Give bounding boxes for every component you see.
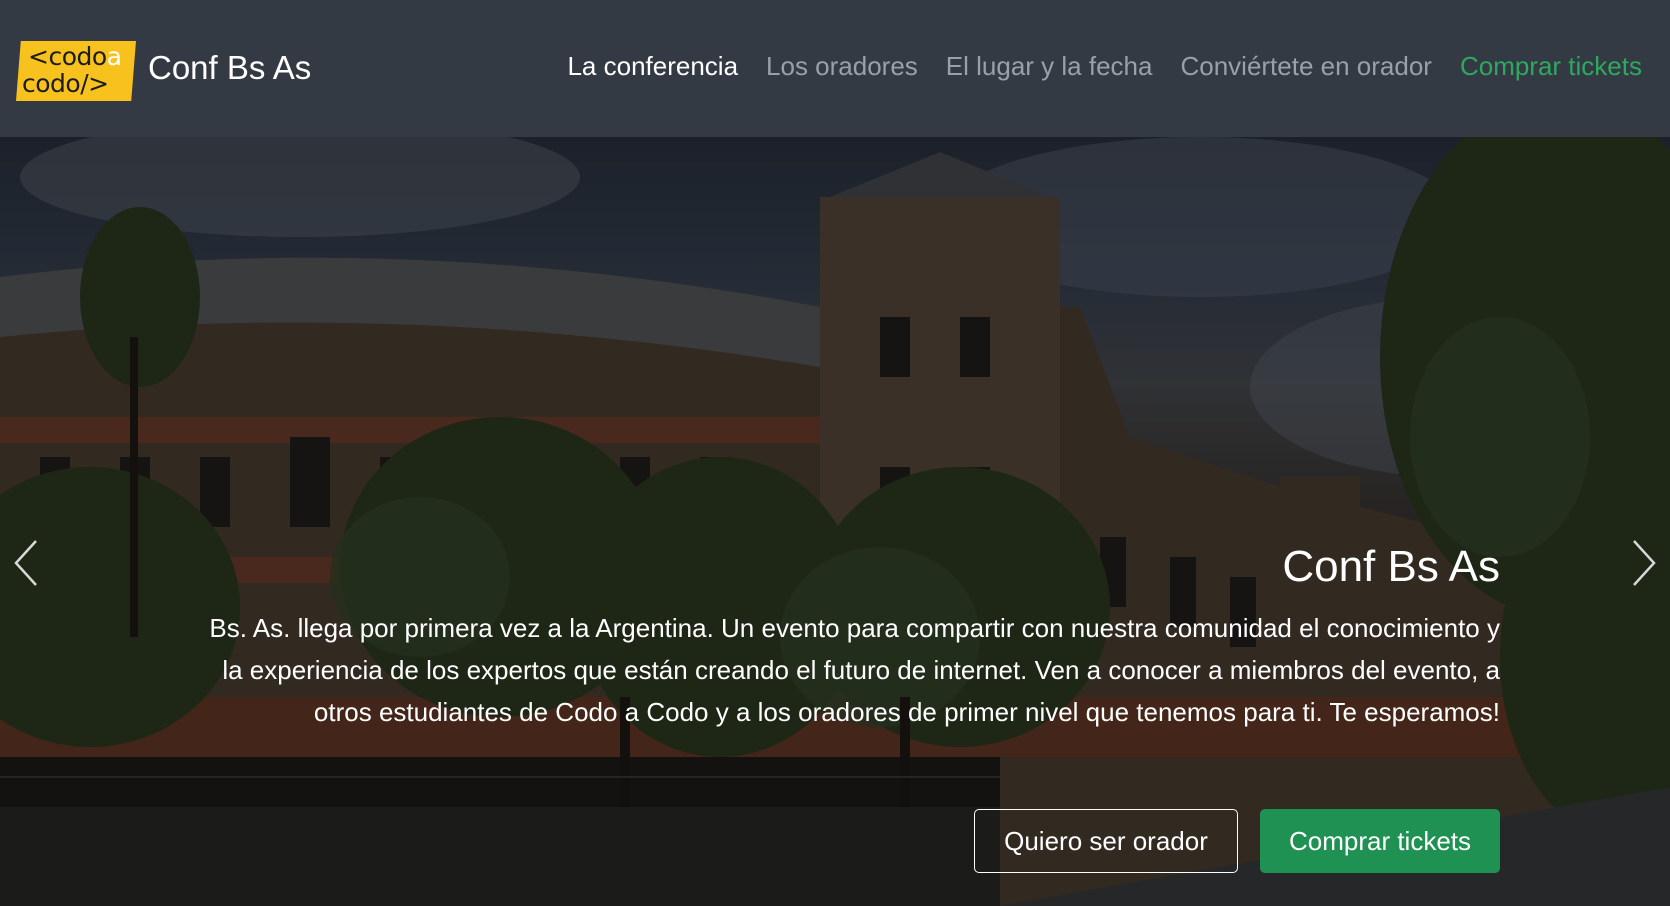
logo-text-line2: codo/> (22, 69, 109, 98)
logo-text-line1: <codoa (28, 42, 122, 71)
nav-link-los-oradores[interactable]: Los oradores (752, 46, 932, 86)
chevron-left-icon (14, 540, 37, 586)
main-nav: La conferencia Los oradores El lugar y l… (553, 46, 1642, 86)
nav-link-el-lugar-y-la-fecha[interactable]: El lugar y la fecha (932, 46, 1167, 86)
hero-buttons: Quiero ser orador Comprar tickets (974, 809, 1500, 873)
codo-a-codo-logo: <codoa codo/> (16, 41, 136, 101)
brand-link[interactable]: <codoa codo/> Conf Bs As (16, 41, 311, 101)
nav-link-comprar-tickets[interactable]: Comprar tickets (1446, 46, 1642, 86)
brand-title: Conf Bs As (148, 49, 312, 86)
carousel-prev-button[interactable] (12, 537, 40, 589)
carousel-next-button[interactable] (1630, 537, 1658, 589)
hero-description: Bs. As. llega por primera vez a la Argen… (209, 613, 1500, 727)
hero-overlay (0, 137, 1670, 906)
navbar: <codoa codo/> Conf Bs As La conferencia … (0, 0, 1670, 137)
nav-link-conviertete-en-orador[interactable]: Conviértete en orador (1166, 46, 1445, 86)
hero-carousel: Conf Bs As Bs. As. llega por primera vez… (0, 137, 1670, 906)
nav-link-la-conferencia[interactable]: La conferencia (553, 46, 752, 86)
comprar-tickets-button[interactable]: Comprar tickets (1260, 809, 1500, 873)
quiero-ser-orador-button[interactable]: Quiero ser orador (974, 809, 1238, 873)
hero-caption: Conf Bs As Bs. As. llega por primera vez… (200, 541, 1500, 733)
chevron-right-icon (1633, 540, 1656, 586)
hero-title: Conf Bs As (1282, 542, 1500, 591)
